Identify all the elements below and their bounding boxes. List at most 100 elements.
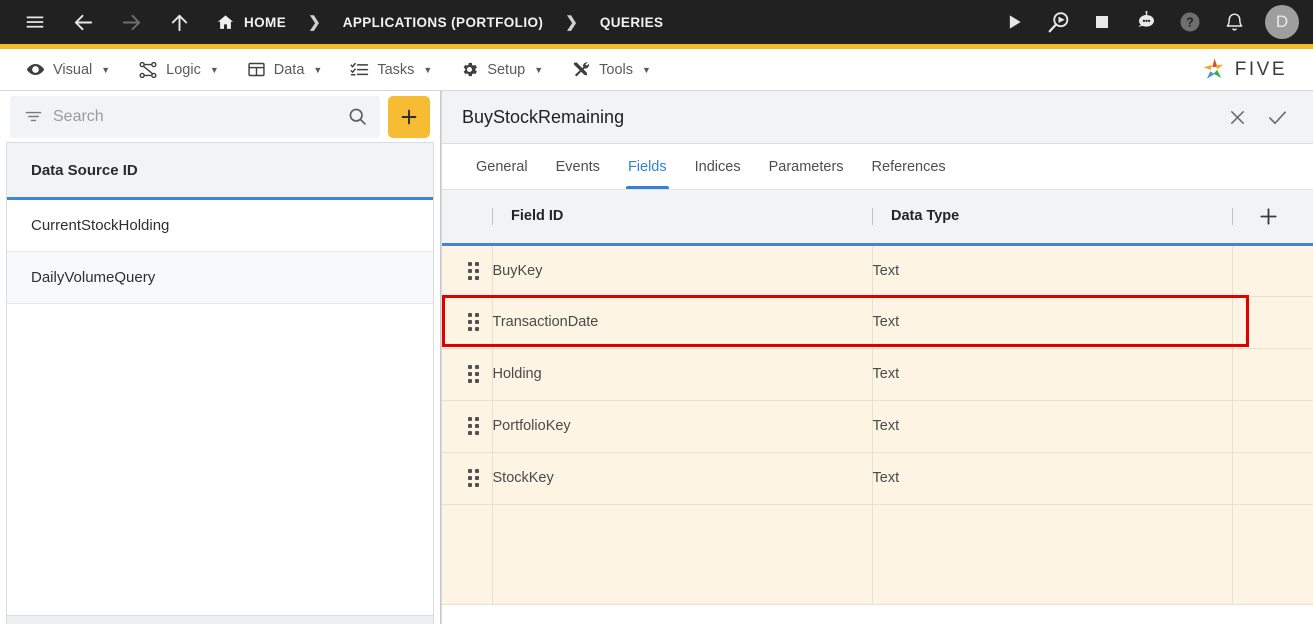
cell-extra (1232, 348, 1313, 401)
cell-data-type[interactable]: Text (872, 348, 1233, 401)
checkmark-icon[interactable] (1257, 97, 1297, 137)
avatar[interactable]: D (1265, 5, 1299, 39)
breadcrumb-separator-2: ❯ (565, 13, 578, 31)
column-header-field-id[interactable]: Field ID (492, 190, 872, 246)
cell-data-type[interactable]: Text (872, 296, 1233, 349)
list-item[interactable]: CurrentStockHolding (7, 200, 433, 252)
cell-field-id[interactable]: PortfolioKey (492, 400, 873, 453)
table-row[interactable]: BuyKey Text (442, 244, 1313, 297)
chevron-down-icon: ▼ (423, 64, 433, 75)
menu-item-data[interactable]: Data ▼ (233, 49, 337, 90)
gear-icon (460, 60, 479, 79)
checklist-icon (350, 60, 369, 79)
table-row[interactable]: PortfolioKey Text (442, 400, 1313, 453)
logic-nodes-icon (138, 60, 158, 80)
filler-cell (492, 504, 873, 605)
menu-label-setup: Setup (487, 61, 526, 78)
debug-run-icon[interactable] (1041, 5, 1075, 39)
cell-data-type[interactable]: Text (872, 244, 1233, 297)
breadcrumb-item-home[interactable]: HOME (216, 13, 286, 32)
menu-label-logic: Logic (166, 61, 201, 78)
close-icon[interactable] (1217, 97, 1257, 137)
tab-indices[interactable]: Indices (681, 144, 755, 189)
list-item[interactable]: DailyVolumeQuery (7, 252, 433, 304)
breadcrumb-item-queries[interactable]: QUERIES (600, 15, 664, 30)
detail-tabs: General Events Fields Indices Parameters… (442, 144, 1313, 190)
data-source-rows: CurrentStockHolding DailyVolumeQuery (7, 200, 433, 615)
main-body: Data Source ID CurrentStockHolding Daily… (0, 91, 1313, 624)
drag-handle-icon[interactable] (468, 261, 492, 280)
drag-handle-cell[interactable] (442, 400, 493, 453)
search-icon[interactable] (347, 106, 368, 127)
menu-item-visual[interactable]: Visual ▼ (12, 49, 124, 90)
breadcrumb-label-home: HOME (244, 14, 287, 30)
tab-references[interactable]: References (858, 144, 960, 189)
tab-events[interactable]: Events (542, 144, 614, 189)
eye-icon (26, 60, 45, 79)
chevron-down-icon: ▼ (101, 64, 111, 75)
drag-handle-cell[interactable] (442, 296, 493, 349)
filter-icon[interactable] (24, 107, 43, 126)
menu-item-tasks[interactable]: Tasks ▼ (336, 49, 446, 90)
chatbot-icon[interactable] (1129, 5, 1163, 39)
cell-data-type[interactable]: Text (872, 400, 1233, 453)
cell-field-id[interactable]: BuyKey (492, 244, 873, 297)
table-header-row: Field ID Data Type (442, 190, 1313, 246)
total-rows-label: Total Rows: 2 (6, 615, 434, 624)
search-toolbar (0, 91, 440, 142)
cell-data-type[interactable]: Text (872, 452, 1233, 505)
data-source-list-panel: Data Source ID CurrentStockHolding Daily… (0, 91, 441, 624)
add-column-header[interactable] (1232, 190, 1313, 246)
menu-label-visual: Visual (53, 61, 93, 78)
drag-handle-cell[interactable] (442, 452, 493, 505)
topbar-left-group: HOME ❯ APPLICATIONS (PORTFOLIO) ❯ QUERIE… (18, 5, 997, 39)
filler-cell (872, 504, 1233, 605)
drag-handle-cell[interactable] (442, 348, 493, 401)
cell-field-id[interactable]: StockKey (492, 452, 873, 505)
drag-handle-icon[interactable] (468, 313, 492, 331)
run-icon[interactable] (997, 5, 1031, 39)
plus-icon[interactable] (1257, 205, 1280, 228)
top-navigation-bar: HOME ❯ APPLICATIONS (PORTFOLIO) ❯ QUERIE… (0, 0, 1313, 44)
table-row[interactable]: StockKey Text (442, 452, 1313, 505)
menu-item-logic[interactable]: Logic ▼ (124, 49, 233, 90)
tab-fields[interactable]: Fields (614, 144, 681, 189)
search-input[interactable] (53, 107, 337, 126)
breadcrumb-item-applications[interactable]: APPLICATIONS (PORTFOLIO) (343, 15, 544, 30)
filler-cell (1232, 504, 1313, 605)
forward-arrow-icon (114, 5, 148, 39)
search-field-container[interactable] (10, 95, 380, 138)
menu-item-tools[interactable]: Tools ▼ (557, 49, 665, 90)
notifications-bell-icon[interactable] (1217, 5, 1251, 39)
hamburger-menu-icon[interactable] (18, 5, 52, 39)
cell-field-id[interactable]: Holding (492, 348, 873, 401)
drag-handle-cell[interactable] (442, 244, 493, 297)
filler-cell (442, 504, 493, 605)
cell-extra (1232, 452, 1313, 505)
fields-table-body: BuyKey Text TransactionDate Text Holding… (442, 244, 1313, 605)
up-arrow-icon[interactable] (162, 5, 196, 39)
cell-field-id[interactable]: TransactionDate (492, 296, 873, 349)
table-row[interactable]: Holding Text (442, 348, 1313, 401)
chevron-down-icon: ▼ (313, 64, 323, 75)
column-header-data-type[interactable]: Data Type (872, 190, 1232, 246)
table-grid-icon (247, 60, 266, 79)
help-icon[interactable]: ? (1173, 5, 1207, 39)
column-header-data-source-id[interactable]: Data Source ID (7, 143, 433, 200)
cell-extra (1232, 244, 1313, 297)
menu-item-setup[interactable]: Setup ▼ (446, 49, 557, 90)
chevron-down-icon: ▼ (209, 64, 219, 75)
drag-handle-icon[interactable] (468, 469, 492, 487)
drag-handle-icon[interactable] (468, 417, 492, 435)
table-row[interactable]: TransactionDate Text (442, 296, 1313, 349)
back-arrow-icon[interactable] (66, 5, 100, 39)
menu-label-tools: Tools (599, 61, 633, 78)
stop-icon[interactable] (1085, 5, 1119, 39)
column-divider (492, 207, 493, 225)
tab-parameters[interactable]: Parameters (755, 144, 858, 189)
tab-general[interactable]: General (462, 144, 542, 189)
add-data-source-button[interactable] (388, 95, 430, 138)
table-empty-filler (442, 504, 1313, 605)
drag-handle-icon[interactable] (468, 365, 492, 383)
cell-extra (1232, 400, 1313, 453)
